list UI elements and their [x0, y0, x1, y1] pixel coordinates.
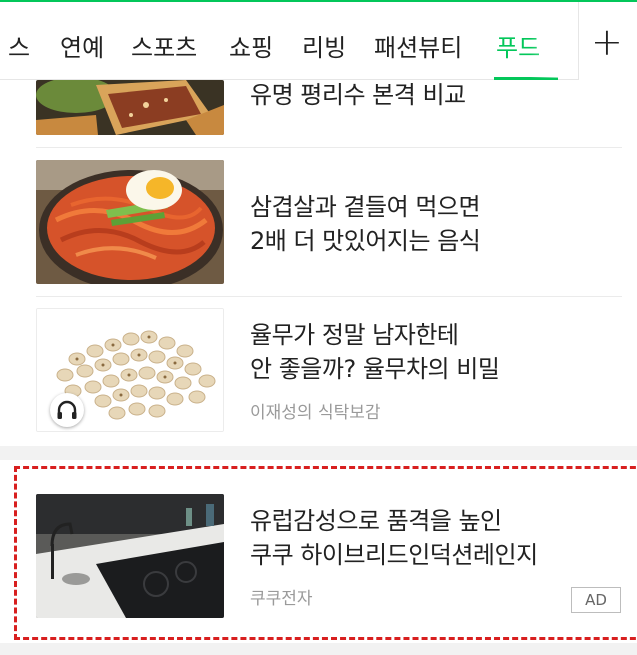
tab-sports[interactable]: 스포츠 [131, 28, 197, 63]
section-separator [0, 446, 637, 460]
divider [36, 147, 622, 148]
headphones-icon[interactable] [50, 393, 84, 427]
tab-living[interactable]: 리빙 [302, 28, 346, 63]
spicy-noodles-image [36, 160, 224, 284]
article-source[interactable]: 이재성의 식탁보감 [250, 398, 381, 423]
list-item[interactable]: 율무가 정말 남자한테 안 좋을까? 율무차의 비밀 이재성의 식탁보감 [0, 308, 637, 433]
tab-partial[interactable]: 스 [8, 28, 30, 63]
ad-highlight-outline [14, 466, 637, 640]
category-tab-bar: 스 연예 스포츠 쇼핑 리빙 패션뷰티 푸드 [0, 2, 637, 80]
divider [36, 296, 622, 297]
article-title: 유명 평리수 본격 비교 [250, 81, 466, 109]
tab-food[interactable]: 푸드 [496, 28, 540, 63]
list-item[interactable]: 유명 평리수 본격 비교 [0, 80, 637, 148]
list-item[interactable]: 삼겹살과 곁들여 먹으면 2배 더 맛있어지는 음식 [0, 160, 637, 285]
add-tab-button[interactable]: + [578, 2, 637, 80]
section-separator [0, 643, 637, 655]
tab-fashion-beauty[interactable]: 패션뷰티 [374, 28, 462, 63]
article-title: 율무가 정말 남자한테 안 좋을까? 율무차의 비밀 [250, 321, 500, 383]
tab-entertainment[interactable]: 연예 [60, 28, 104, 63]
plus-icon: + [591, 20, 623, 64]
pastry-image [36, 80, 224, 135]
tab-shopping[interactable]: 쇼핑 [229, 28, 273, 63]
article-title: 삼겹살과 곁들여 먹으면 2배 더 맛있어지는 음식 [250, 193, 481, 255]
